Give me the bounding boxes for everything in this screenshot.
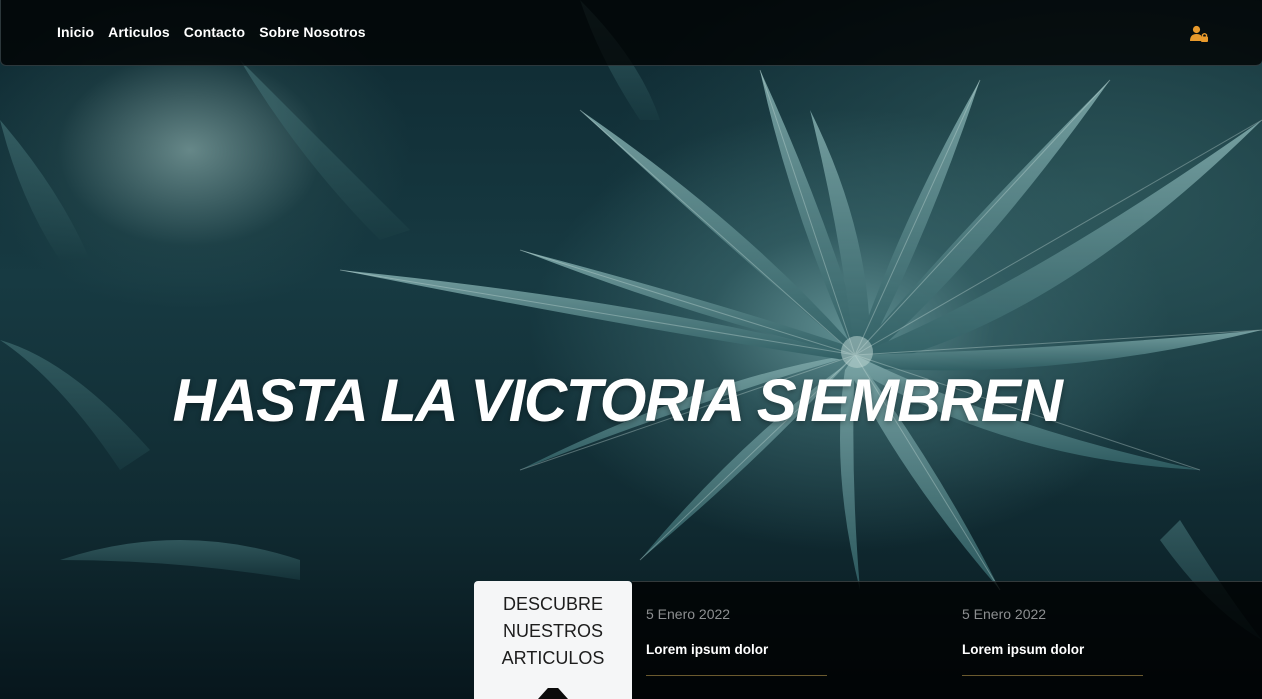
article-divider bbox=[646, 675, 827, 676]
article-title[interactable]: Lorem ipsum dolor bbox=[962, 642, 1084, 657]
nav-link-articulos[interactable]: Articulos bbox=[108, 24, 170, 40]
top-navbar: Inicio Articulos Contacto Sobre Nosotros bbox=[0, 0, 1262, 66]
article-card[interactable]: 5 Enero 2022 Lorem ipsum dolor bbox=[646, 581, 846, 699]
nav-link-inicio[interactable]: Inicio bbox=[57, 24, 94, 40]
nav-link-sobre-nosotros[interactable]: Sobre Nosotros bbox=[259, 24, 365, 40]
article-title[interactable]: Lorem ipsum dolor bbox=[646, 642, 768, 657]
article-date: 5 Enero 2022 bbox=[646, 606, 731, 622]
article-date: 5 Enero 2022 bbox=[962, 606, 1047, 622]
articles-strip: DESCUBRE NUESTROS ARTICULOS 5 Enero 2022… bbox=[0, 581, 1262, 699]
hero-headline: HASTA LA VICTORIA SIEMBREN bbox=[172, 367, 1063, 434]
nav-links: Inicio Articulos Contacto Sobre Nosotros bbox=[57, 24, 366, 40]
user-lock-icon[interactable] bbox=[1189, 24, 1209, 44]
nav-link-contacto[interactable]: Contacto bbox=[184, 24, 245, 40]
discover-label: DESCUBRE NUESTROS ARTICULOS bbox=[501, 594, 605, 668]
article-card[interactable]: 5 Enero 2022 Lorem ipsum dolor bbox=[962, 581, 1162, 699]
page: Inicio Articulos Contacto Sobre Nosotros… bbox=[0, 0, 1262, 699]
discover-articles-card[interactable]: DESCUBRE NUESTROS ARTICULOS bbox=[474, 581, 632, 699]
article-divider bbox=[962, 675, 1143, 676]
